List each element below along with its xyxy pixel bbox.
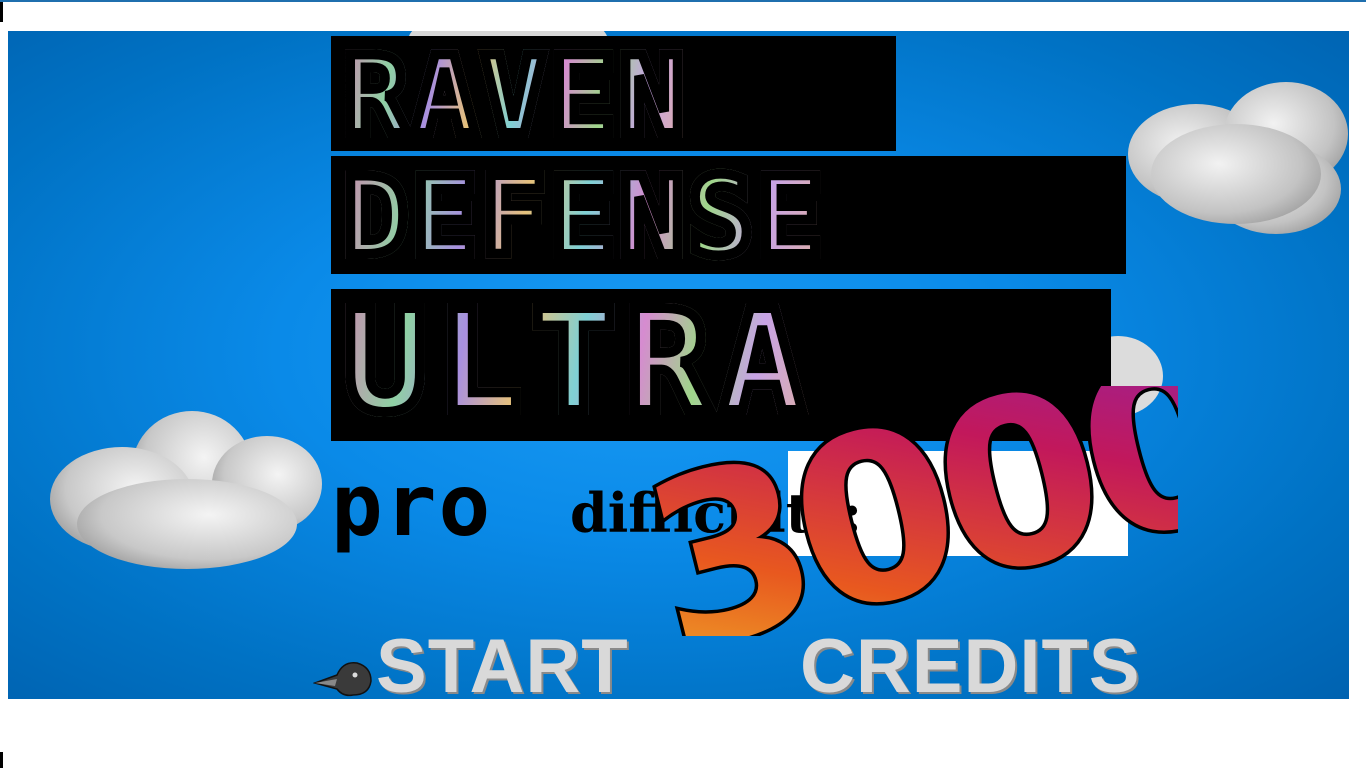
window-corner-mark — [0, 2, 3, 22]
cloud-icon — [1128, 82, 1348, 234]
title-defense: DEFENSE — [338, 155, 827, 280]
credits-button[interactable]: CREDITS — [800, 629, 1141, 700]
edition-3000-logo: 3000 — [638, 386, 1178, 636]
start-button[interactable]: START — [376, 629, 629, 700]
window-corner-mark-bottom — [0, 752, 3, 768]
difficulty-prefix: pro — [331, 456, 493, 556]
title-raven: RAVEN — [338, 34, 689, 159]
cloud-icon — [50, 411, 322, 569]
raven-head-icon — [313, 662, 372, 697]
window-top-border — [0, 0, 1366, 2]
game-canvas[interactable]: RAVEN DEFENSE ULTRA pro difficulty: 3000… — [8, 31, 1349, 699]
edition-3000-text: 3000 — [638, 386, 1178, 636]
